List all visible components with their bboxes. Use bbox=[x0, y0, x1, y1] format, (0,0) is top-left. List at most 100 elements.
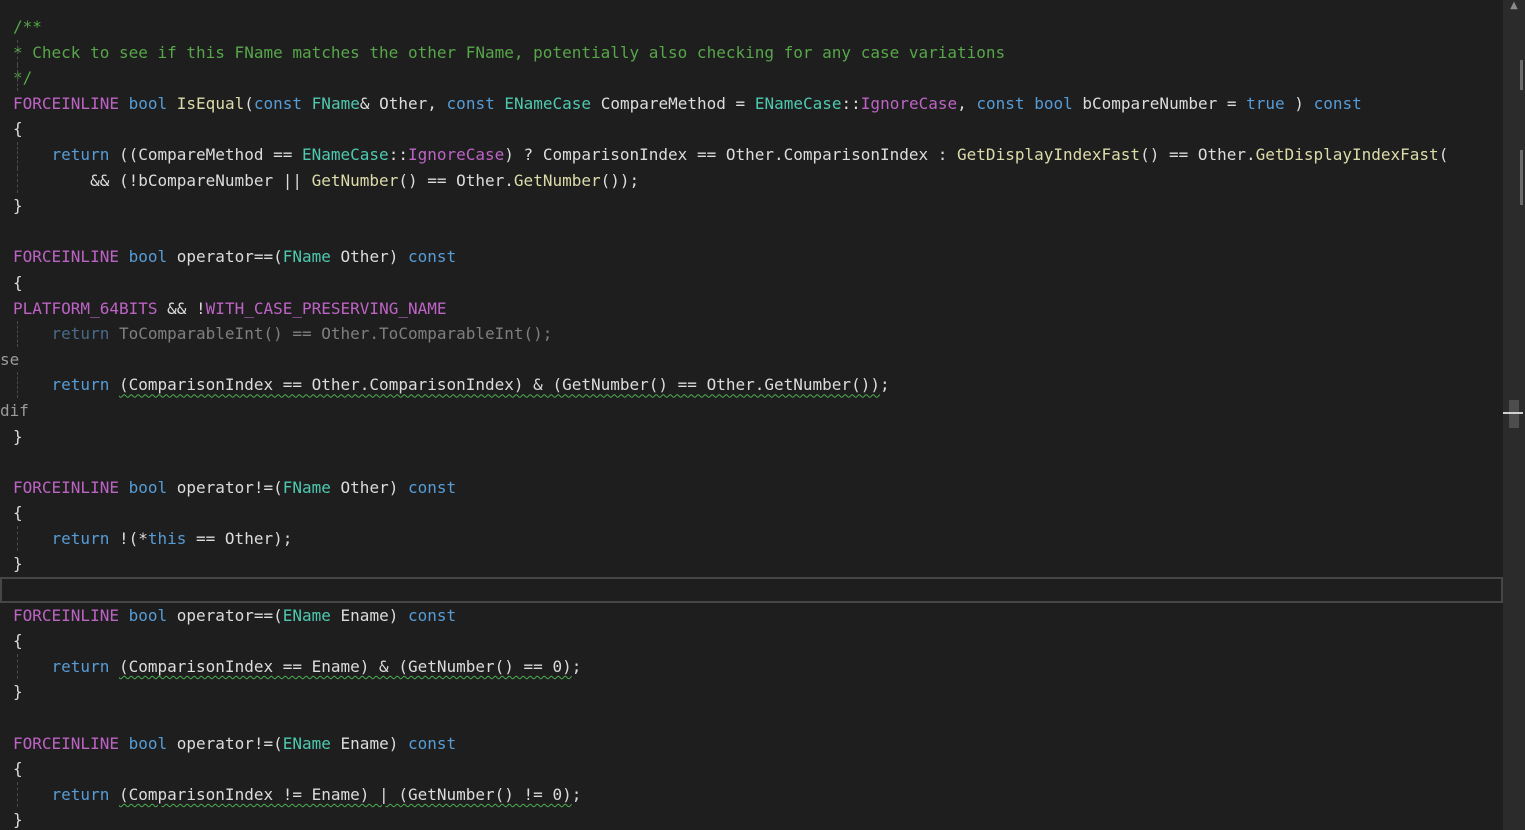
code-token: * Check to see if this FName matches the… bbox=[13, 42, 1006, 62]
code-token: GetDisplayIndexFast bbox=[957, 144, 1141, 164]
code-token: */ bbox=[13, 68, 33, 88]
code-token: CompareMethod = bbox=[591, 93, 755, 113]
code-line[interactable]: FORCEINLINE bool operator==(EName Ename)… bbox=[0, 603, 1503, 629]
scroll-up-arrow-icon[interactable]: ▲ bbox=[1507, 0, 1521, 12]
code-line[interactable]: se bbox=[0, 347, 1503, 373]
code-token: const bbox=[407, 733, 457, 753]
code-token: ) bbox=[1284, 93, 1314, 113]
code-editor[interactable]: /** * Check to see if this FName matches … bbox=[0, 0, 1525, 830]
code-token: this bbox=[147, 528, 187, 548]
code-token: ENameCase bbox=[504, 93, 592, 113]
code-token: true bbox=[1246, 93, 1285, 113]
code-token: () == Other. bbox=[1140, 144, 1256, 164]
code-token: ( bbox=[244, 93, 254, 113]
code-line[interactable] bbox=[0, 577, 1503, 603]
code-area[interactable]: /** * Check to see if this FName matches … bbox=[0, 14, 1503, 830]
code-line[interactable]: { bbox=[0, 116, 1503, 142]
code-token: () == Other. bbox=[398, 170, 514, 190]
code-line[interactable] bbox=[0, 705, 1503, 731]
code-token: bCompareNumber = bbox=[1072, 93, 1247, 113]
code-line[interactable] bbox=[0, 219, 1503, 245]
code-token: GetNumber bbox=[513, 170, 601, 190]
code-line[interactable]: */ bbox=[0, 65, 1503, 91]
code-token: operator==( bbox=[167, 247, 283, 267]
code-token: const bbox=[407, 605, 457, 625]
code-token: EName bbox=[282, 733, 331, 753]
code-token: Other) bbox=[330, 477, 408, 497]
code-line[interactable]: FORCEINLINE bool operator!=(FName Other)… bbox=[0, 475, 1503, 501]
code-token: const bbox=[976, 93, 1025, 113]
code-line[interactable]: return (ComparisonIndex == Ename) & (Get… bbox=[0, 653, 1503, 680]
code-token: { bbox=[13, 631, 23, 651]
code-line[interactable]: PLATFORM_64BITS && !WITH_CASE_PRESERVING… bbox=[0, 296, 1503, 322]
code-token: == Other); bbox=[186, 528, 293, 548]
code-token: bool bbox=[128, 247, 168, 267]
code-line[interactable]: FORCEINLINE bool operator==(FName Other)… bbox=[0, 244, 1503, 270]
code-token: GetDisplayIndexFast bbox=[1255, 144, 1439, 164]
vertical-scrollbar[interactable]: ▲ bbox=[1503, 0, 1525, 830]
code-line[interactable]: return ToComparableInt() == Other.ToComp… bbox=[0, 321, 1503, 347]
code-token: FORCEINLINE bbox=[13, 93, 119, 113]
code-line[interactable]: /** bbox=[0, 14, 1503, 40]
code-token: FORCEINLINE bbox=[13, 247, 119, 267]
code-token: { bbox=[13, 503, 23, 523]
indent-guide bbox=[17, 167, 18, 194]
code-token: } bbox=[13, 196, 23, 216]
indent-guide bbox=[17, 781, 18, 808]
code-token: FName bbox=[282, 477, 331, 497]
code-token: const bbox=[446, 93, 495, 113]
code-token: { bbox=[13, 272, 23, 292]
code-token: EName bbox=[282, 605, 331, 625]
code-token: ; bbox=[571, 784, 582, 804]
code-line[interactable]: { bbox=[0, 270, 1503, 296]
code-token: Other) bbox=[330, 247, 408, 267]
code-token: FORCEINLINE bbox=[13, 733, 119, 753]
code-token: (ComparisonIndex != Ename) | (GetNumber(… bbox=[118, 784, 572, 804]
code-token: } bbox=[13, 554, 23, 574]
code-line[interactable]: return (ComparisonIndex != Ename) | (Get… bbox=[0, 781, 1503, 808]
code-line[interactable]: } bbox=[0, 193, 1503, 219]
code-line[interactable]: && (!bCompareNumber || GetNumber() == Ot… bbox=[0, 167, 1503, 194]
code-line[interactable]: } bbox=[0, 551, 1503, 577]
code-line[interactable]: { bbox=[0, 756, 1503, 782]
code-token: Ename) bbox=[330, 733, 408, 753]
code-token: bool bbox=[1034, 93, 1073, 113]
code-line[interactable] bbox=[0, 449, 1503, 475]
code-token: ToComparableInt() == Other.ToComparableI… bbox=[109, 324, 553, 344]
code-line[interactable]: FORCEINLINE bool IsEqual(const FName& Ot… bbox=[0, 91, 1503, 117]
code-token: ; bbox=[571, 656, 582, 676]
code-line[interactable]: * Check to see if this FName matches the… bbox=[0, 39, 1503, 66]
code-line[interactable]: } bbox=[0, 679, 1503, 705]
scroll-thumb[interactable] bbox=[1509, 400, 1519, 428]
code-line[interactable]: dif bbox=[0, 398, 1503, 424]
code-token: ()); bbox=[600, 170, 640, 190]
code-token: return bbox=[51, 324, 110, 344]
code-token: const bbox=[1313, 93, 1362, 113]
code-token: PLATFORM_64BITS bbox=[13, 298, 158, 318]
code-line[interactable]: return ((CompareMethod == ENameCase::Ign… bbox=[0, 141, 1503, 168]
code-token: ) ? ComparisonIndex == Other.ComparisonI… bbox=[504, 144, 958, 164]
code-token: FName bbox=[282, 247, 331, 267]
code-token: bool bbox=[128, 733, 168, 753]
code-line[interactable]: return (ComparisonIndex == Other.Compari… bbox=[0, 372, 1503, 398]
code-line[interactable]: return !(*this == Other); bbox=[0, 525, 1503, 552]
code-line[interactable]: { bbox=[0, 500, 1503, 526]
code-line[interactable]: } bbox=[0, 424, 1503, 450]
code-token: FName bbox=[311, 93, 360, 113]
code-line[interactable]: FORCEINLINE bool operator!=(EName Ename)… bbox=[0, 731, 1503, 757]
code-token: & Other, bbox=[359, 93, 447, 113]
code-token: ; bbox=[879, 375, 890, 395]
code-token: IgnoreCase bbox=[407, 144, 505, 164]
code-line[interactable]: { bbox=[0, 628, 1503, 654]
code-token: se bbox=[0, 349, 20, 369]
code-line[interactable]: } bbox=[0, 807, 1503, 830]
code-token: && (!bCompareNumber || bbox=[13, 170, 312, 190]
